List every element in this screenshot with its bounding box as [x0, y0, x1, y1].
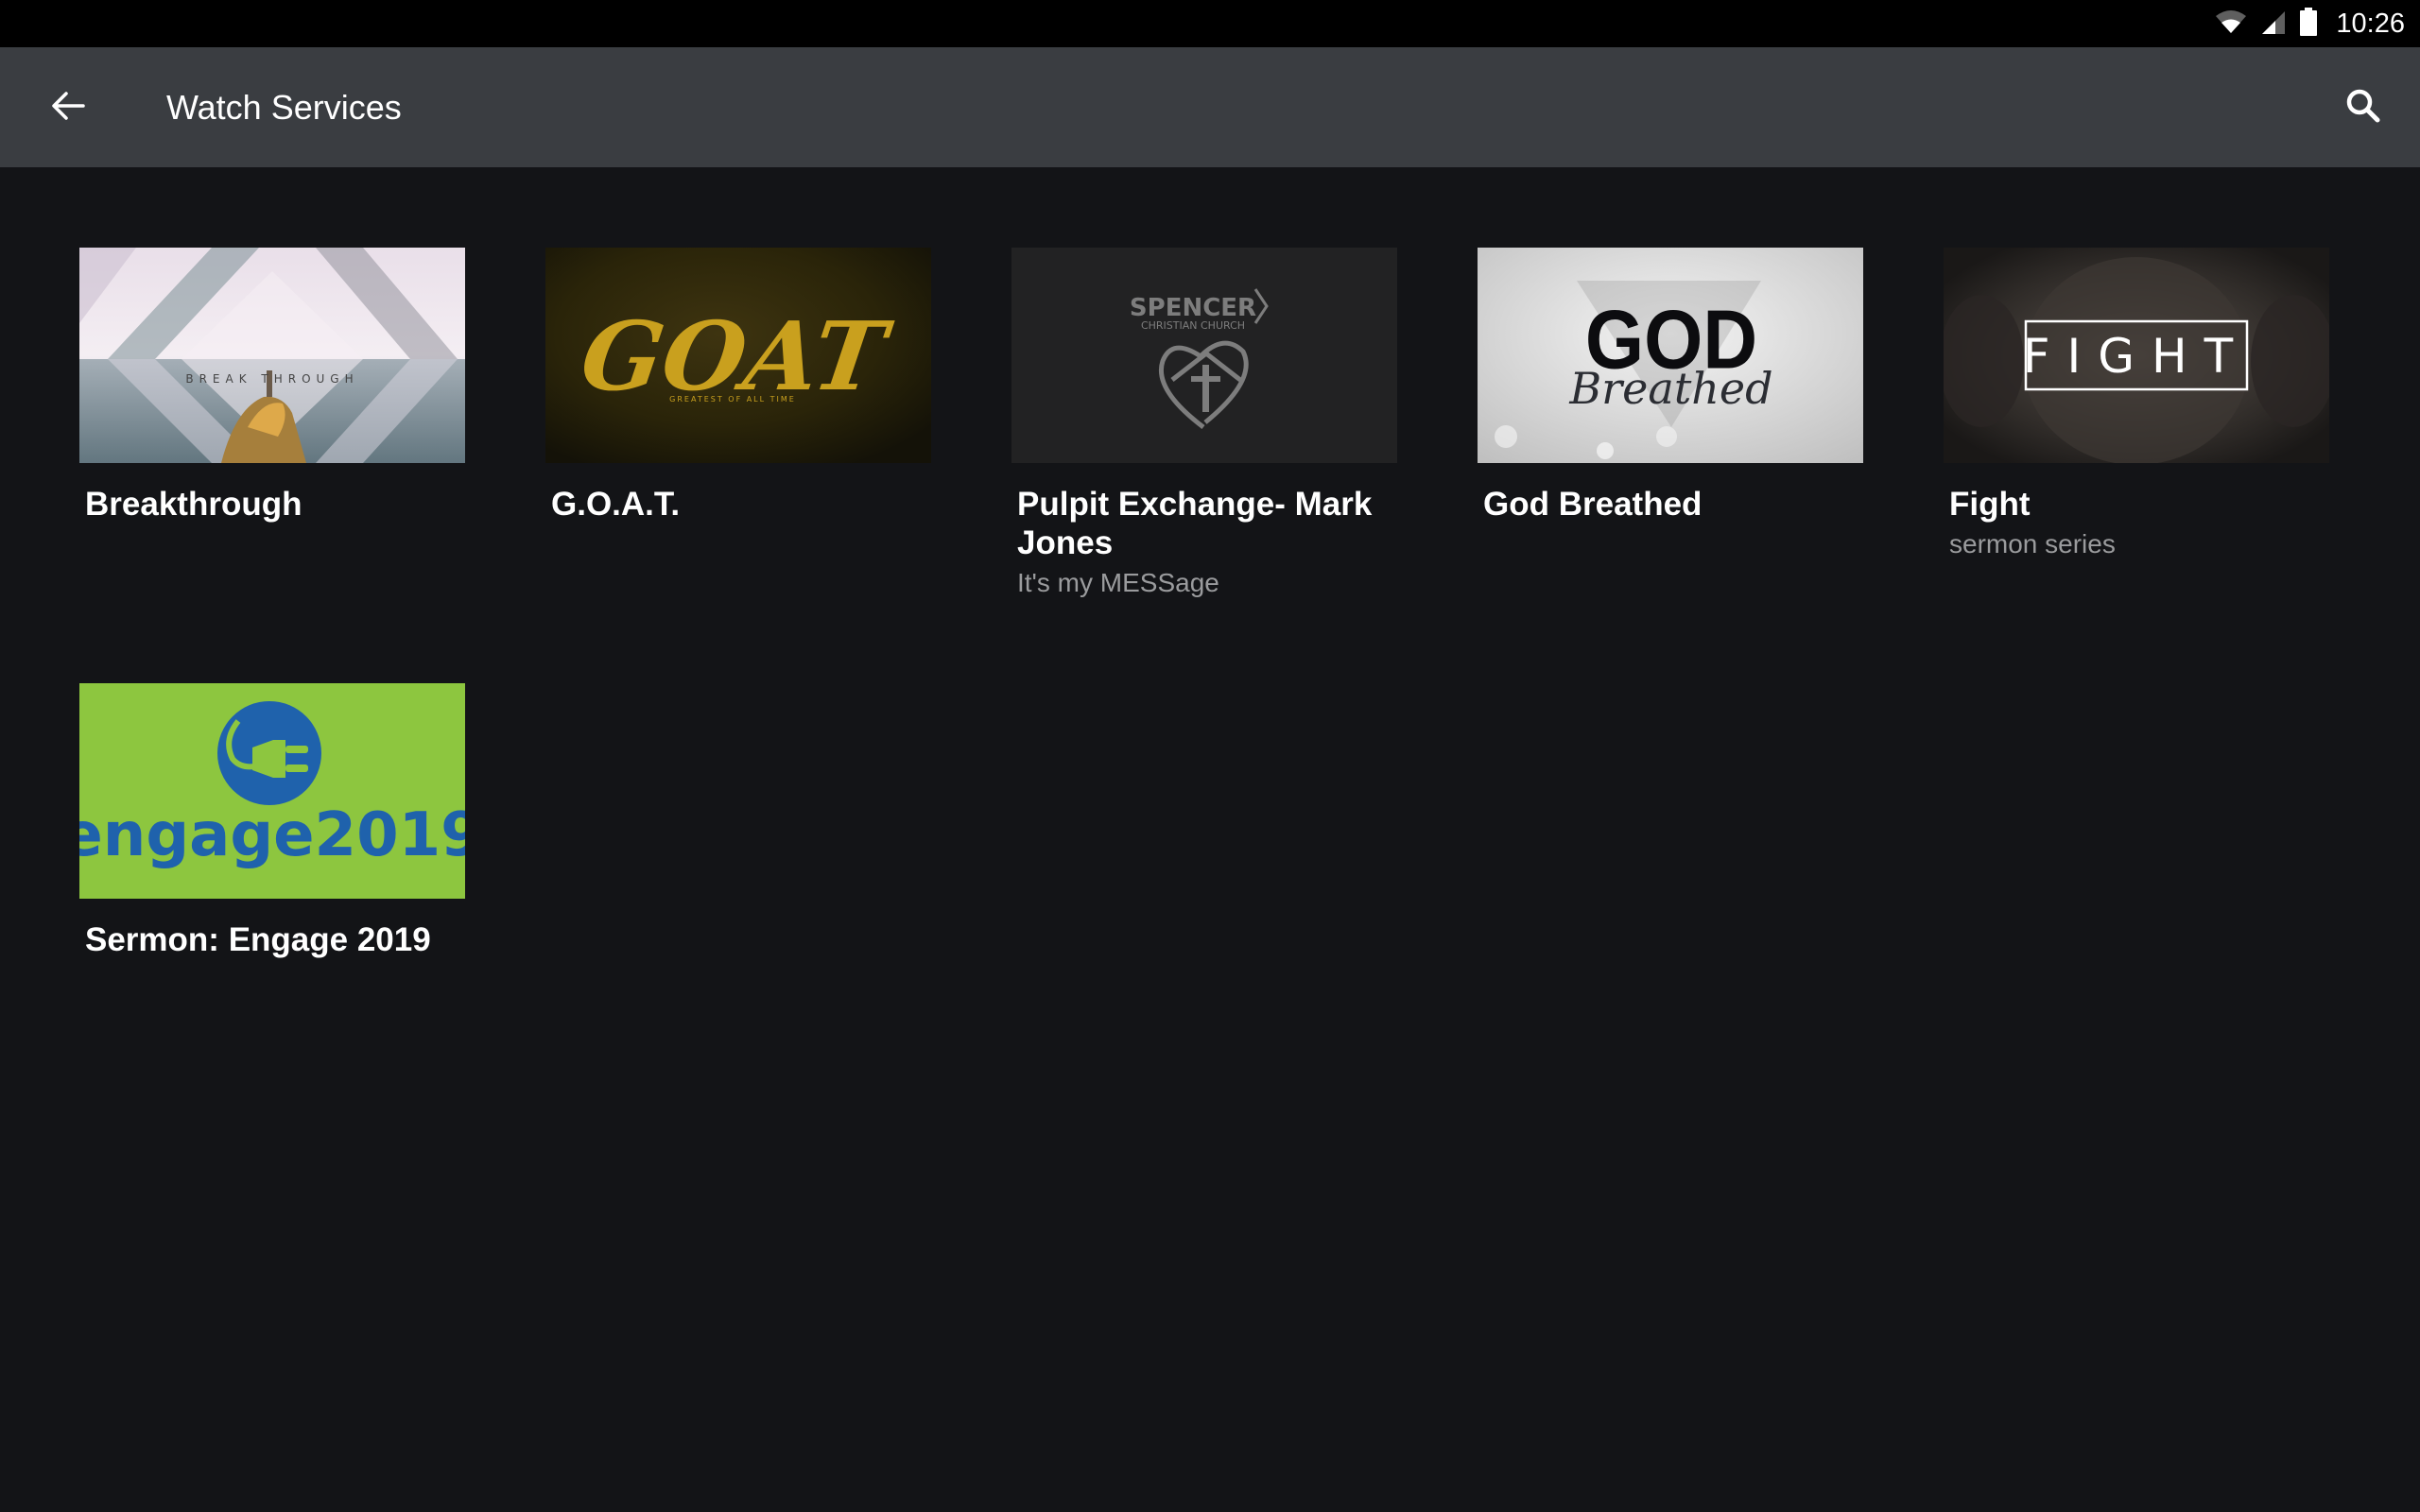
service-card-god-breathed[interactable]: GOD Breathed God Breathed — [1478, 248, 1863, 524]
status-bar: 10:26 — [0, 0, 2420, 47]
card-title: G.O.A.T. — [551, 486, 681, 523]
thumbnail-text: engage2019 — [79, 800, 465, 870]
thumbnail-goat: GOAT GREATEST OF ALL TIME — [545, 248, 931, 463]
thumbnail-engage-2019: engage2019 — [79, 683, 465, 899]
service-card-engage-2019[interactable]: engage2019 Sermon: Engage 2019 — [79, 683, 465, 959]
card-title: Fight — [1949, 486, 2031, 523]
back-button[interactable] — [42, 81, 95, 134]
service-card-pulpit-exchange[interactable]: SPENCER CHRISTIAN CHURCH Pulpit Exchange… — [1011, 248, 1397, 600]
wifi-icon — [2215, 9, 2247, 39]
battery-icon — [2300, 7, 2318, 41]
service-card-breakthrough[interactable]: BREAK THROUGH Breakthrough — [79, 248, 465, 524]
search-icon — [2344, 87, 2382, 129]
card-title: Sermon: Engage 2019 — [85, 921, 431, 958]
arrow-left-icon — [51, 91, 85, 126]
search-button[interactable] — [2335, 79, 2392, 136]
thumbnail-fight: FIGHT — [1944, 248, 2329, 463]
thumbnail-pulpit-exchange: SPENCER CHRISTIAN CHURCH — [1011, 248, 1397, 463]
thumbnail-text: FIGHT — [2023, 329, 2250, 384]
thumbnail-tagline: CHRISTIAN CHURCH — [1141, 319, 1245, 332]
card-title: Breakthrough — [85, 486, 302, 523]
service-card-fight[interactable]: FIGHT Fight sermon series — [1944, 248, 2329, 561]
card-subtitle: It's my MESSage — [1017, 568, 1219, 597]
status-time: 10:26 — [2336, 8, 2405, 39]
app-bar: Watch Services — [0, 47, 2420, 167]
card-subtitle: sermon series — [1949, 529, 2116, 558]
page-title: Watch Services — [166, 88, 402, 127]
cell-signal-icon — [2260, 9, 2287, 40]
card-title: Pulpit Exchange- Mark Jones — [1017, 486, 1373, 561]
thumbnail-text: BREAK THROUGH — [185, 372, 358, 386]
thumbnail-god-breathed: GOD Breathed — [1478, 248, 1863, 463]
service-card-goat[interactable]: GOAT GREATEST OF ALL TIME G.O.A.T. — [545, 248, 931, 524]
thumbnail-tagline: Breathed — [1568, 363, 1772, 414]
thumbnail-tagline: GREATEST OF ALL TIME — [669, 395, 796, 404]
thumbnail-text: SPENCER — [1130, 294, 1256, 322]
thumbnail-breakthrough: BREAK THROUGH — [79, 248, 465, 463]
card-title: God Breathed — [1483, 486, 1703, 523]
